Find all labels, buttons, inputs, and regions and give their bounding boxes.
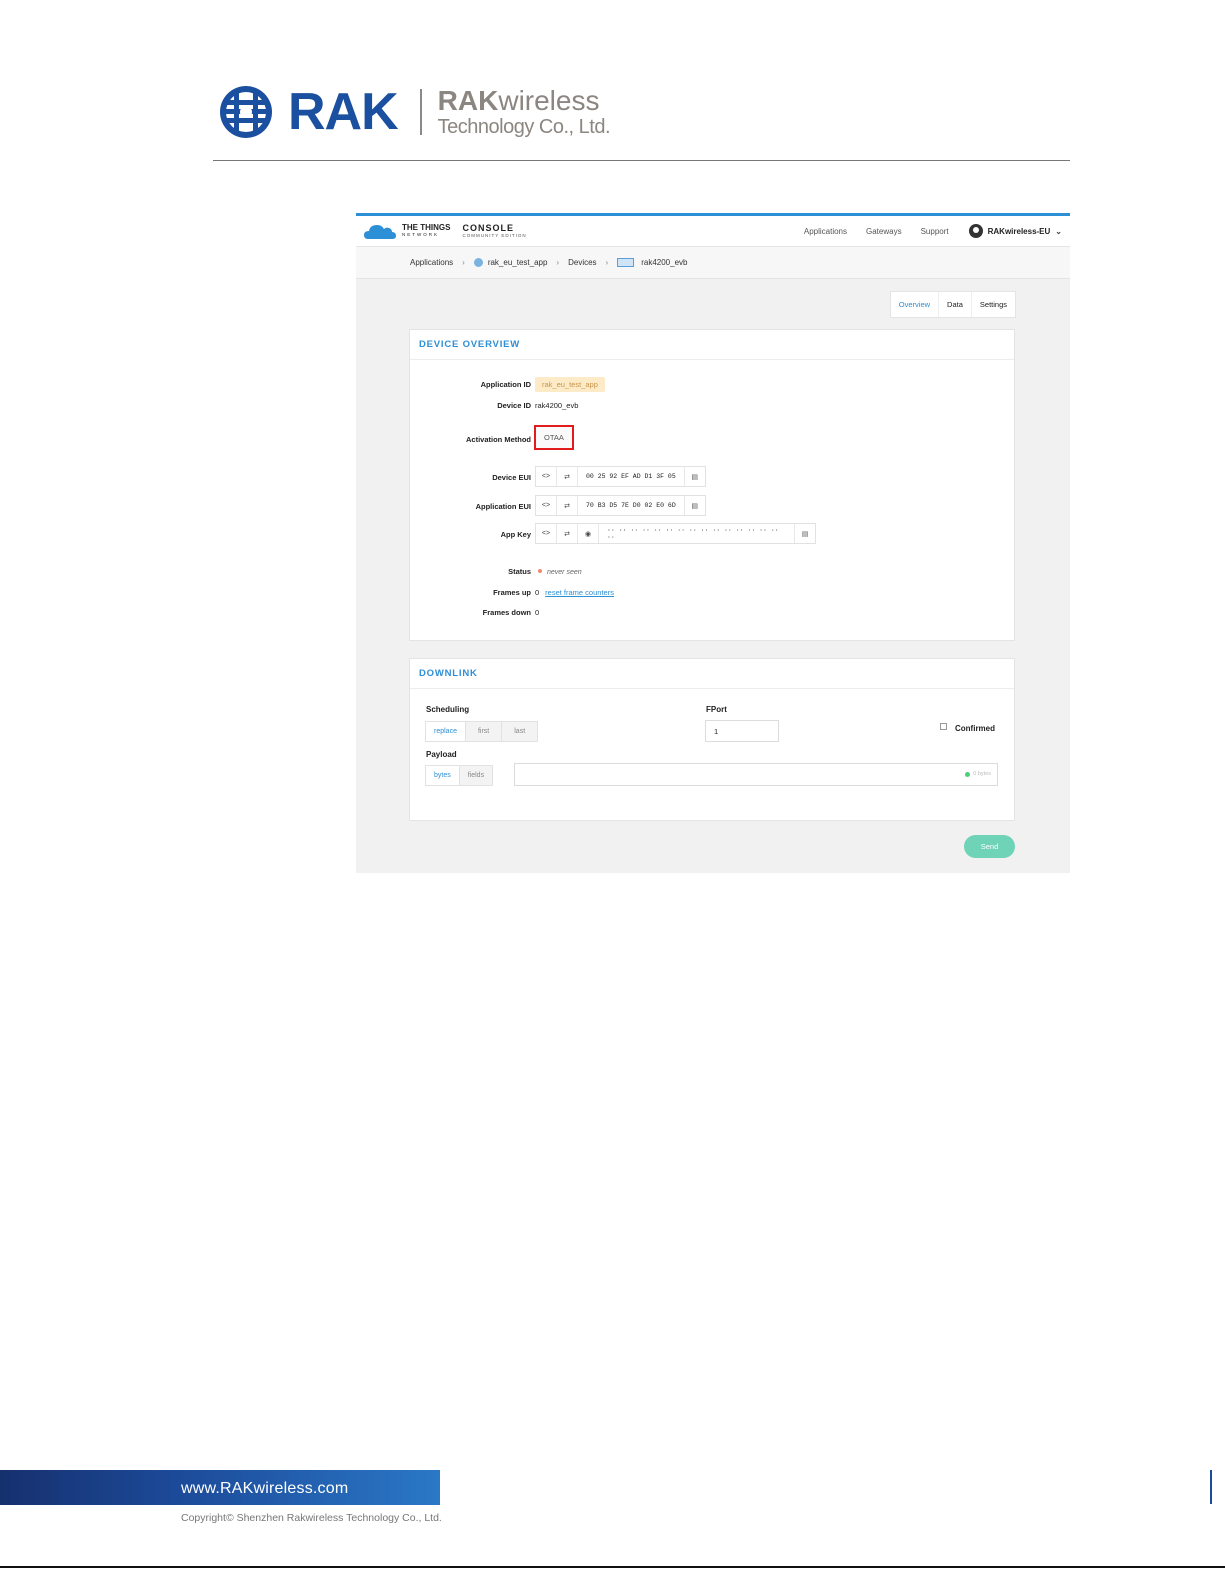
device-eui-value: 00 25 92 EF AD D1 3F 05 (586, 473, 676, 480)
application-eui-value: 70 B3 D5 7E D0 02 E0 6D (586, 502, 676, 509)
swap-icon[interactable]: ⇄ (557, 467, 578, 486)
code-icon[interactable]: <> (536, 524, 557, 543)
scheduling-last[interactable]: last (501, 722, 537, 741)
frames-down-value: 0 (535, 608, 540, 617)
payload-input[interactable]: 0 bytes (514, 763, 998, 786)
device-overview-title: DEVICE OVERVIEW (410, 330, 1014, 360)
footer-url[interactable]: www.RAKwireless.com (181, 1480, 348, 1498)
user-menu[interactable]: RAKwireless-EU ⌄ (968, 224, 1062, 238)
application-id-label: Application ID (480, 380, 531, 389)
breadcrumb-applications[interactable]: Applications (410, 258, 453, 267)
chevron-down-icon: ⌄ (1055, 226, 1062, 236)
device-icon (617, 258, 635, 267)
device-id-label: Device ID (497, 401, 531, 410)
checkbox-icon[interactable] (940, 723, 947, 730)
code-icon[interactable]: <> (536, 496, 557, 515)
tab-settings[interactable]: Settings (970, 292, 1015, 317)
breadcrumb-separator: › (605, 258, 609, 267)
app-key-value: ·· ·· ·· ·· ·· ·· ·· ·· ·· ·· ·· ·· ·· ·… (607, 526, 779, 541)
breadcrumb: Applications › rak_eu_test_app › Devices… (356, 247, 1070, 279)
company-name-line1: RAKwireless (437, 85, 600, 116)
app-key-field: <> ⇄ ◉ ·· ·· ·· ·· ·· ·· ·· ·· ·· ·· ·· … (535, 523, 816, 544)
console-wordmark: CONSOLE COMMUNITY EDITION (462, 222, 527, 238)
rak-wordmark: RAK (288, 83, 399, 141)
scheduling-first[interactable]: first (464, 722, 501, 741)
device-tabs: Overview Data Settings (889, 291, 1016, 318)
company-name-line2: Technology Co., Ltd. (437, 116, 611, 138)
application-eui-label: Application EUI (475, 502, 531, 511)
ttn-console-screenshot: THE THINGS NETWORK CONSOLE COMMUNITY EDI… (356, 213, 1070, 873)
application-id-value[interactable]: rak_eu_test_app (535, 377, 605, 392)
eye-icon[interactable]: ◉ (578, 524, 599, 543)
breadcrumb-devices[interactable]: Devices (568, 258, 596, 267)
frames-up-label: Frames up (493, 588, 531, 597)
status-dot-icon (965, 771, 971, 777)
device-overview-card: DEVICE OVERVIEW Application ID rak_eu_te… (409, 329, 1015, 641)
swap-icon[interactable]: ⇄ (557, 496, 578, 515)
swap-icon[interactable]: ⇄ (557, 524, 578, 543)
header-rule (213, 160, 1070, 161)
confirmed-checkbox[interactable]: Confirmed (940, 723, 995, 733)
breadcrumb-separator: › (556, 258, 560, 267)
activation-method-label: Activation Method (466, 435, 531, 444)
user-name: RAKwireless-EU (987, 226, 1051, 236)
frames-up-value: 0 reset frame counters (535, 588, 614, 597)
device-eui-field: <> ⇄ 00 25 92 EF AD D1 3F 05 ▤ (535, 466, 706, 487)
company-name: RAKwireless Technology Co., Ltd. (437, 85, 611, 138)
scheduling-replace[interactable]: replace (426, 722, 465, 741)
reset-frame-counters-link[interactable]: reset frame counters (545, 588, 614, 597)
payload-mode-selector: bytes fields (425, 765, 494, 786)
breadcrumb-separator: › (462, 258, 465, 267)
activation-method-value: OTAA (534, 425, 574, 450)
copy-icon[interactable]: ▤ (794, 524, 815, 543)
bytes-count: 0 bytes (965, 771, 991, 777)
scheduling-label: Scheduling (426, 705, 470, 714)
nav-support[interactable]: Support (921, 227, 949, 236)
rak-logo-icon (220, 86, 272, 138)
payload-fields[interactable]: fields (458, 766, 492, 785)
footer-copyright: Copyright© Shenzhen Rakwireless Technolo… (181, 1512, 442, 1524)
top-nav: Applications Gateways Support RAKwireles… (785, 224, 1062, 238)
status-value: never seen (535, 567, 582, 576)
scheduling-selector: replace first last (425, 721, 539, 742)
confirmed-label: Confirmed (955, 724, 995, 733)
breadcrumb-device[interactable]: rak4200_evb (641, 258, 687, 267)
status-label: Status (508, 567, 531, 576)
device-eui-label: Device EUI (492, 473, 531, 482)
nav-gateways[interactable]: Gateways (866, 227, 902, 236)
downlink-card: DOWNLINK Scheduling replace first last F… (409, 658, 1015, 821)
breadcrumb-app[interactable]: rak_eu_test_app (488, 258, 548, 267)
code-icon[interactable]: <> (536, 467, 557, 486)
footer-edge-mark (1210, 1470, 1212, 1504)
fport-input[interactable]: 1 (705, 720, 779, 742)
user-icon (968, 224, 983, 238)
send-button[interactable]: Send (964, 835, 1015, 858)
downlink-title: DOWNLINK (410, 659, 1014, 689)
payload-label: Payload (426, 750, 457, 759)
application-eui-field: <> ⇄ 70 B3 D5 7E D0 02 E0 6D ▤ (535, 495, 706, 516)
fport-label: FPort (706, 705, 727, 714)
cloud-icon (364, 225, 396, 239)
tab-overview[interactable]: Overview (891, 292, 938, 317)
tab-data[interactable]: Data (938, 292, 971, 317)
frames-down-label: Frames down (482, 608, 531, 617)
device-id-value: rak4200_evb (535, 401, 579, 410)
application-icon (473, 258, 483, 267)
logo-divider (419, 89, 422, 135)
page-bottom-rule (0, 1566, 1225, 1568)
payload-bytes[interactable]: bytes (426, 766, 459, 785)
ttn-logo[interactable]: THE THINGS NETWORK CONSOLE COMMUNITY EDI… (364, 222, 527, 240)
rak-logo: RAK RAKwireless Technology Co., Ltd. (216, 82, 611, 142)
status-dot-icon (538, 569, 542, 573)
copy-icon[interactable]: ▤ (683, 467, 705, 486)
app-key-label: App Key (500, 530, 531, 539)
copy-icon[interactable]: ▤ (683, 496, 705, 515)
ttn-wordmark: THE THINGS NETWORK (402, 223, 451, 238)
ttn-topbar: THE THINGS NETWORK CONSOLE COMMUNITY EDI… (356, 216, 1070, 247)
nav-applications[interactable]: Applications (804, 227, 847, 236)
